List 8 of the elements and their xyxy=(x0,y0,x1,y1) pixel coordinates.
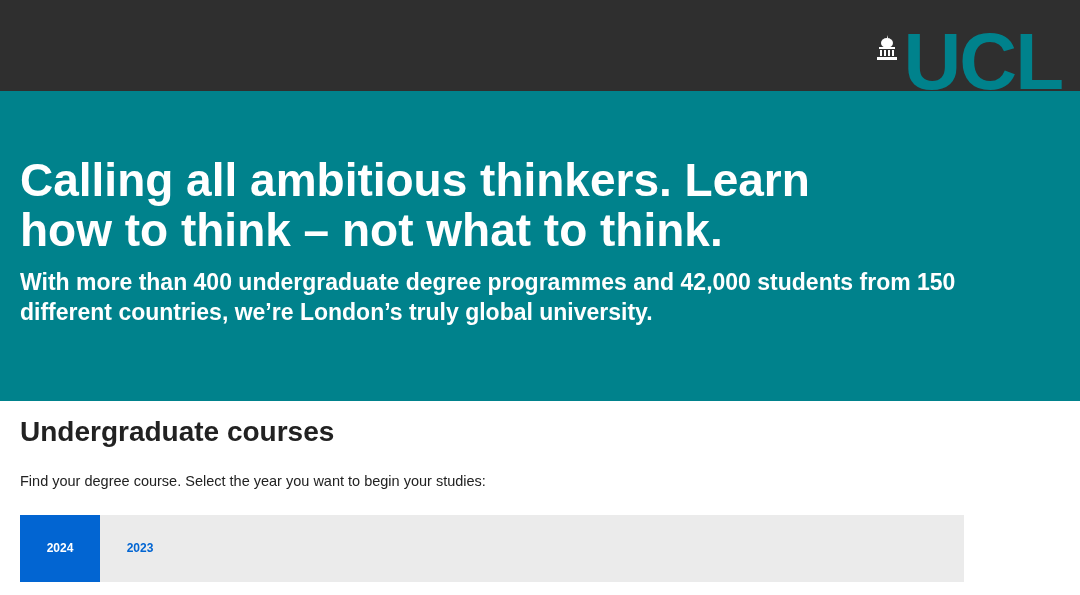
year-tab[interactable]: 2023 xyxy=(100,514,180,582)
section-title: Undergraduate courses xyxy=(20,415,336,449)
intro-text: Find your degree course. Select the year you want to begin your studies: xyxy=(20,472,487,491)
hero-subtext: With more than 400 undergraduate degree programmes and 42,000 students from 150 different countries, we’re London’s truly global university. xyxy=(20,268,957,327)
hero-headline: Calling all ambitious thinkers. Learn how to think – not what to think. xyxy=(20,155,811,255)
portico-icon xyxy=(875,35,898,61)
year-tab[interactable]: 2024 xyxy=(20,514,100,582)
logo[interactable]: UCL xyxy=(903,33,1062,91)
